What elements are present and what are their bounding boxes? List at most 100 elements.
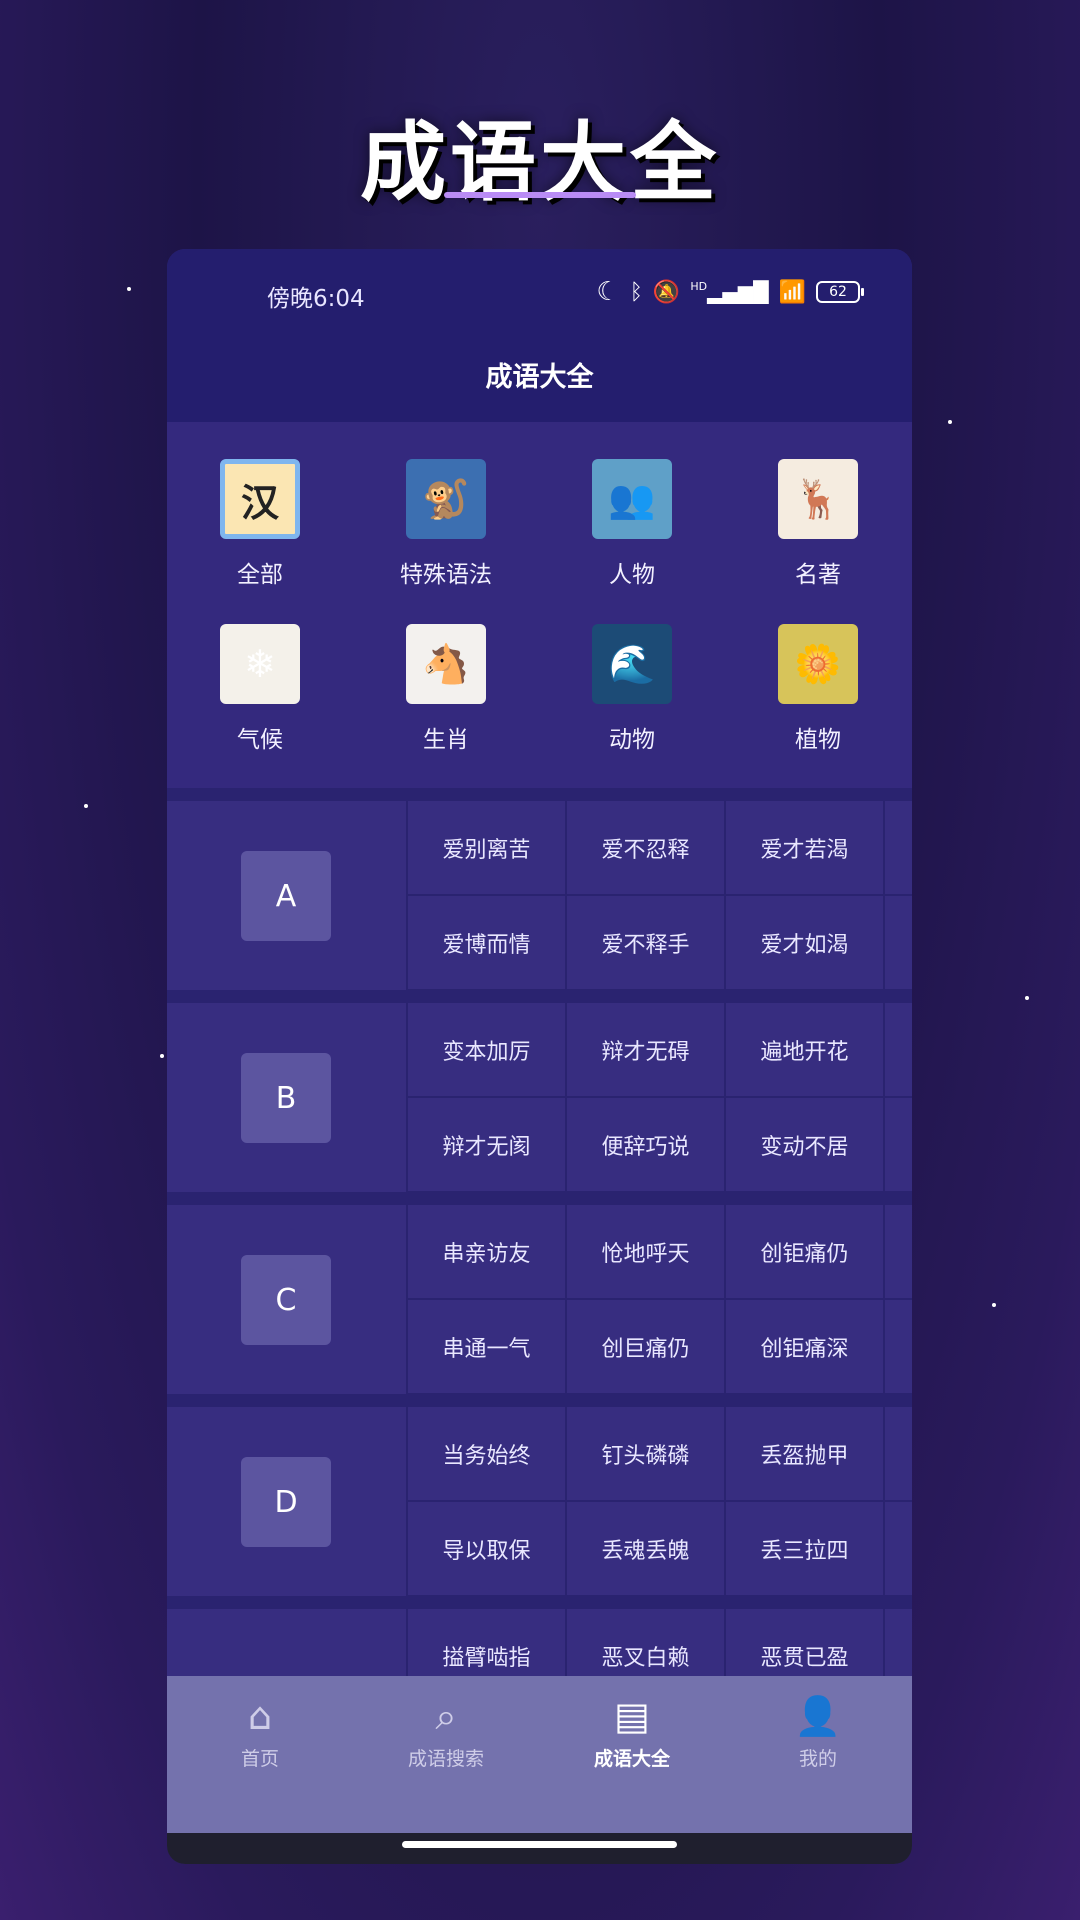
nav-item[interactable]: ▤ 成语大全	[539, 1694, 725, 1771]
letter-group: B 变本加厉 辩才无碍 遍地开花辩才无阂 便辞巧说 变动不居	[167, 1003, 912, 1193]
category-item[interactable]: 🌊 动物	[539, 624, 725, 754]
idiom-cell[interactable]: 钉头磷磷	[565, 1407, 724, 1502]
letter-index-button[interactable]: A	[241, 851, 331, 941]
category-item[interactable]: 🐴 生肖	[353, 624, 539, 754]
phone-frame: 傍晚6:04 ☾ ᛒ 🔕 HD▂▄▆█ 📶 62 成语大全 汉全部 🐒 特殊语法 👥 人…	[167, 249, 912, 1864]
idiom-cell-overflow	[883, 1300, 912, 1395]
idiom-cell[interactable]: 创钜痛深	[724, 1300, 883, 1395]
idiom-cell-overflow	[883, 1502, 912, 1597]
idiom-cell[interactable]: 遍地开花	[724, 1003, 883, 1098]
group-divider	[167, 1596, 912, 1609]
status-time: 傍晚6:04	[267, 286, 365, 312]
idiom-cell[interactable]: 串亲访友	[406, 1205, 565, 1300]
group-divider	[167, 1192, 912, 1205]
letter-group: C 串亲访友 怆地呼天 创钜痛仍串通一气 创巨痛仍 创钜痛深	[167, 1205, 912, 1395]
promo-title: 成语大全	[360, 113, 720, 213]
star-decoration	[1025, 996, 1029, 1000]
idiom-grid: 当务始终 钉头磷磷 丢盔抛甲导以取保 丢魂丢魄 丢三拉四	[406, 1407, 912, 1597]
idiom-cell[interactable]: 爱不忍释	[565, 801, 724, 896]
idiom-cell[interactable]: 变本加厉	[406, 1003, 565, 1098]
idiom-grid: 变本加厉 辩才无碍 遍地开花辩才无阂 便辞巧说 变动不居	[406, 1003, 912, 1193]
nav-label: 我的	[798, 1748, 837, 1770]
illustration-icon: 🐴	[406, 624, 486, 704]
nav-label: 首页	[240, 1748, 279, 1770]
idiom-cell-overflow	[883, 801, 912, 896]
nav-item[interactable]: 👤 我的	[725, 1694, 911, 1771]
category-label: 名著	[795, 562, 841, 588]
idiom-cell[interactable]: 爱别离苦	[406, 801, 565, 896]
mute-icon: 🔕	[652, 279, 681, 305]
moon-icon: ☾	[596, 277, 620, 307]
idiom-cell[interactable]: 爱不释手	[565, 896, 724, 991]
idiom-cell[interactable]: 创钜痛仍	[724, 1205, 883, 1300]
nav-label: 成语搜索	[407, 1748, 484, 1770]
category-label: 植物	[795, 727, 841, 753]
idiom-cell[interactable]: 创巨痛仍	[565, 1300, 724, 1395]
idiom-cell[interactable]: 爱才若渴	[724, 801, 883, 896]
idiom-cell-overflow	[883, 1098, 912, 1193]
home-icon: ⌂	[247, 1694, 273, 1738]
category-glyph: 🦌	[794, 476, 842, 521]
group-divider	[167, 990, 912, 1003]
home-indicator[interactable]	[402, 1841, 677, 1848]
app-header: 傍晚6:04 ☾ ᛒ 🔕 HD▂▄▆█ 📶 62 成语大全	[167, 249, 912, 422]
star-decoration	[84, 804, 88, 808]
letter-index-button[interactable]: B	[241, 1053, 331, 1143]
idiom-cell[interactable]: 当务始终	[406, 1407, 565, 1502]
idiom-cell[interactable]: 怆地呼天	[565, 1205, 724, 1300]
han-character-icon: 汉	[220, 459, 300, 539]
category-glyph: 👥	[608, 476, 656, 521]
idiom-cell[interactable]: 爱才如渴	[724, 896, 883, 991]
idiom-cell[interactable]: 丢三拉四	[724, 1502, 883, 1597]
status-icons: ☾ ᛒ 🔕 HD▂▄▆█ 📶 62	[596, 277, 864, 307]
letter-index-button[interactable]: D	[241, 1457, 331, 1547]
idiom-cell[interactable]: 辩才无阂	[406, 1098, 565, 1193]
promo-underline	[444, 192, 636, 198]
battery-icon: 62	[816, 281, 864, 303]
hd-label: HD	[690, 280, 708, 293]
category-glyph: 🐒	[422, 476, 470, 521]
idiom-cell[interactable]: 导以取保	[406, 1502, 565, 1597]
category-item[interactable]: 👥 人物	[539, 459, 725, 589]
letter-index-button[interactable]: C	[241, 1255, 331, 1345]
category-glyph: 🌊	[608, 641, 656, 686]
idiom-cell[interactable]: 丢魂丢魄	[565, 1502, 724, 1597]
letter-group: A 爱别离苦 爱不忍释 爱才若渴爱博而情 爱不释手 爱才如渴	[167, 801, 912, 991]
category-label: 特殊语法	[400, 562, 492, 588]
category-item[interactable]: 汉全部	[167, 459, 353, 589]
illustration-icon: 👥	[592, 459, 672, 539]
category-item[interactable]: 🐒 特殊语法	[353, 459, 539, 589]
category-item[interactable]: 🦌 名著	[725, 459, 911, 589]
idiom-cell[interactable]: 丢盔抛甲	[724, 1407, 883, 1502]
idiom-cell[interactable]: 变动不居	[724, 1098, 883, 1193]
idiom-cell[interactable]: 串通一气	[406, 1300, 565, 1395]
star-decoration	[127, 287, 131, 291]
category-item[interactable]: 🌼 植物	[725, 624, 911, 754]
search-icon: ⌕	[435, 1694, 457, 1738]
illustration-icon: 🐒	[406, 459, 486, 539]
nav-label: 成语大全	[593, 1748, 670, 1770]
bluetooth-icon: ᛒ	[629, 279, 643, 305]
idiom-cell[interactable]: 爱博而情	[406, 896, 565, 991]
category-item[interactable]: ❄ 气候	[167, 624, 353, 754]
star-decoration	[992, 1303, 996, 1307]
idiom-cell[interactable]: 便辞巧说	[565, 1098, 724, 1193]
nav-item[interactable]: ⌂ 首页	[167, 1694, 353, 1771]
wifi-icon: 📶	[778, 279, 806, 305]
illustration-icon: 🌼	[778, 624, 858, 704]
illustration-icon: 🦌	[778, 459, 858, 539]
letter-group: D 当务始终 钉头磷磷 丢盔抛甲导以取保 丢魂丢魄 丢三拉四	[167, 1407, 912, 1597]
signal-icon: HD▂▄▆█	[690, 280, 769, 304]
category-glyph: ❄	[244, 642, 276, 686]
bottom-nav: ⌂ 首页 ⌕ 成语搜索 ▤ 成语大全 👤 我的	[167, 1676, 912, 1833]
idiom-cell-overflow	[883, 1003, 912, 1098]
idiom-cell[interactable]: 辩才无碍	[565, 1003, 724, 1098]
page-title: 成语大全	[485, 362, 594, 393]
idiom-cell-overflow	[883, 896, 912, 991]
category-glyph: 汉	[240, 480, 279, 525]
star-decoration	[948, 420, 952, 424]
category-grid: 汉全部 🐒 特殊语法 👥 人物 🦌 名著 ❄ 气候 🐴 生肖 🌊 动物 🌼 植物	[167, 422, 912, 788]
category-label: 生肖	[423, 727, 469, 753]
idiom-cell-overflow	[883, 1407, 912, 1502]
nav-item[interactable]: ⌕ 成语搜索	[353, 1694, 539, 1771]
